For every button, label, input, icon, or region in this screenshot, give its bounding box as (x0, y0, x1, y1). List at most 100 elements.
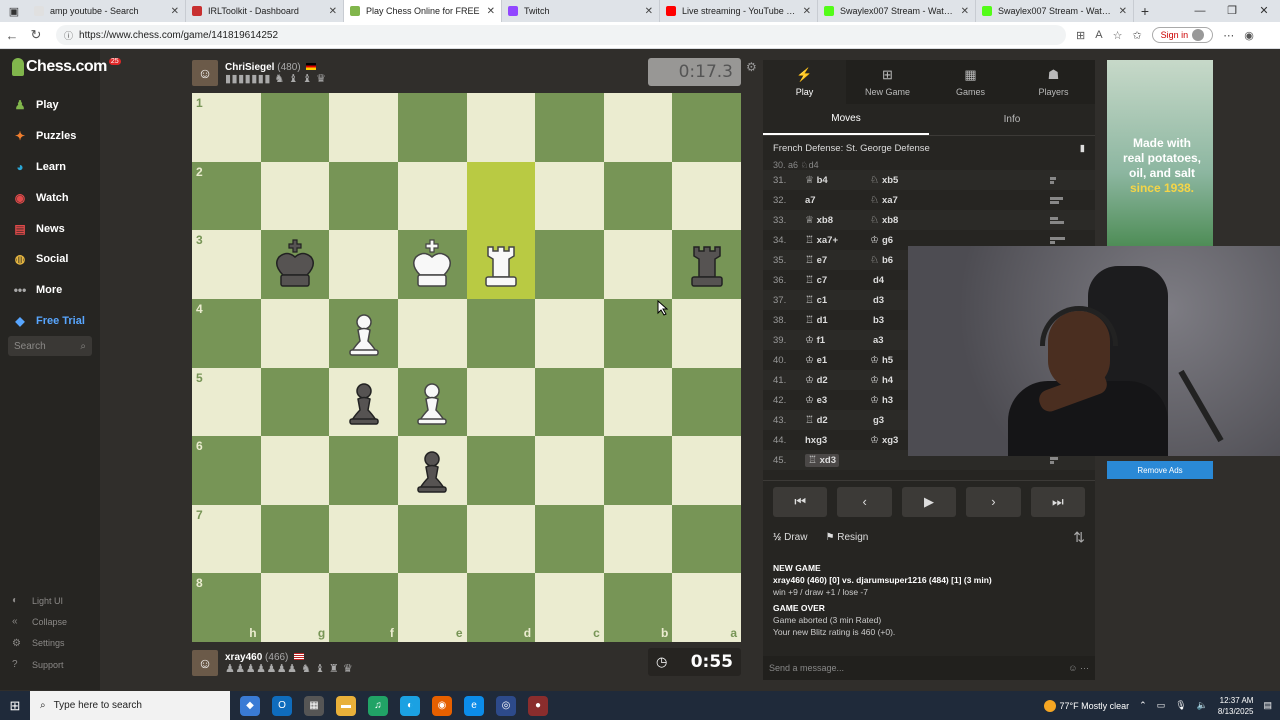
white-pawn-icon[interactable] (402, 372, 462, 432)
square-g4[interactable] (260, 298, 330, 368)
square-f2[interactable] (329, 161, 398, 231)
site-info-icon[interactable]: ⓘ (64, 29, 73, 42)
favorite-star-icon[interactable]: ☆ (1113, 29, 1123, 42)
chat-input[interactable]: Send a message... ☺ ⋯ (763, 656, 1095, 680)
square-e2[interactable] (397, 161, 467, 231)
square-f8[interactable]: f (329, 573, 398, 642)
windows-start-icon[interactable]: ⊞ (0, 698, 30, 714)
top-player-name[interactable]: ChriSiegel (480) (225, 62, 327, 73)
store-app-icon[interactable]: ▦ (304, 695, 324, 716)
flip-board-icon[interactable]: ⇅ (1073, 529, 1085, 546)
white-move[interactable]: ♖ d1 (805, 315, 870, 326)
first-move-button[interactable]: ⏮ (773, 486, 828, 517)
square-d3[interactable] (466, 230, 536, 299)
white-move[interactable]: a7 (805, 195, 870, 206)
square-d2[interactable] (466, 161, 536, 231)
square-c2[interactable] (535, 161, 604, 231)
panel-tab-games[interactable]: ▦ Games (929, 60, 1012, 104)
black-king-icon[interactable] (265, 235, 325, 295)
square-e7[interactable] (397, 504, 467, 574)
minimize-icon[interactable]: — (1184, 0, 1216, 22)
square-h2[interactable]: 2 (192, 161, 261, 231)
read-aloud-icon[interactable]: A (1095, 29, 1102, 41)
close-tab-icon[interactable]: ✕ (1119, 6, 1127, 17)
volume-icon[interactable]: 🔈 (1197, 700, 1208, 711)
white-move[interactable]: ♕ xb8 (805, 215, 870, 226)
sidebar-item-settings[interactable]: ⚙ Settings (0, 633, 100, 654)
next-move-button[interactable]: › (966, 486, 1021, 517)
top-player-avatar[interactable]: ☺ (192, 60, 218, 86)
square-g3[interactable] (260, 230, 330, 299)
square-f7[interactable] (329, 504, 398, 574)
browser-tab[interactable]: Swaylex007 Stream - Watch Live✕ (976, 0, 1134, 22)
tab-info[interactable]: Info (929, 104, 1095, 135)
white-pawn-icon[interactable] (334, 303, 394, 363)
black-move[interactable]: ♘ xb5 (870, 175, 1050, 186)
square-c6[interactable] (535, 436, 604, 505)
play-button[interactable]: ▶ (901, 486, 957, 517)
square-e6[interactable] (397, 436, 467, 505)
square-c7[interactable] (535, 504, 604, 574)
white-move[interactable]: ♔ d2 (805, 375, 870, 386)
sidebar-item-learn[interactable]: ◕ Learn (0, 152, 100, 183)
square-b8[interactable]: b (603, 573, 673, 642)
bottom-player-name[interactable]: xray460 (466) (225, 652, 353, 663)
recording-app-icon[interactable]: ● (528, 695, 548, 716)
square-d1[interactable] (466, 93, 536, 162)
remove-ads-button[interactable]: Remove Ads (1107, 461, 1213, 479)
square-h5[interactable]: 5 (192, 367, 261, 437)
sidebar-item-support[interactable]: ? Support (0, 654, 100, 675)
chess-board[interactable]: 12345678hgfedcba (192, 93, 741, 642)
chesscom-logo[interactable]: Chess.com 25 (12, 57, 121, 76)
square-a5[interactable] (672, 367, 741, 437)
sidebar-item-social[interactable]: ◍ Social (0, 244, 100, 275)
square-c3[interactable] (535, 230, 604, 299)
tray-chevron-icon[interactable]: ⌃ (1139, 700, 1147, 711)
favorites-icon[interactable]: ✩ (1132, 29, 1141, 42)
square-f3[interactable] (329, 230, 398, 299)
square-a3[interactable] (672, 230, 741, 299)
square-e8[interactable]: e (397, 573, 467, 642)
emoji-icon[interactable]: ☺ ⋯ (1068, 663, 1089, 674)
square-b5[interactable] (603, 367, 673, 437)
square-g1[interactable] (260, 93, 330, 162)
app-icon[interactable]: ◐ (400, 695, 420, 716)
white-move[interactable]: ♖ xa7+ (805, 235, 870, 246)
browser-tab[interactable]: Live streaming - YouTube Studio✕ (660, 0, 818, 22)
copilot-app-icon[interactable]: ◆ (240, 695, 260, 716)
square-h6[interactable]: 6 (192, 436, 261, 505)
white-move[interactable]: ♖ d2 (805, 415, 870, 426)
panel-tab-play[interactable]: ⚡ Play (763, 60, 846, 104)
white-move[interactable]: hxg3 (805, 435, 870, 446)
close-tab-icon[interactable]: ✕ (329, 6, 337, 17)
square-a2[interactable] (672, 161, 741, 231)
black-pawn-icon[interactable] (334, 372, 394, 432)
square-a8[interactable]: a (672, 573, 741, 642)
black-rook-icon[interactable] (677, 235, 737, 295)
square-f4[interactable] (329, 298, 398, 368)
square-d5[interactable] (466, 367, 536, 437)
board-settings-icon[interactable]: ⚙ (746, 60, 757, 74)
square-b1[interactable] (603, 93, 673, 162)
firefox-icon[interactable]: ◉ (432, 695, 452, 716)
sidebar-item-news[interactable]: ▤ News (0, 213, 100, 244)
opening-name[interactable]: French Defense: St. George Defense (773, 143, 930, 154)
app-available-icon[interactable]: ⊞ (1076, 29, 1085, 42)
sign-in-button[interactable]: Sign in (1151, 27, 1214, 43)
square-c5[interactable] (535, 367, 604, 437)
square-h1[interactable]: 1 (192, 93, 261, 162)
browser-tab[interactable]: Play Chess Online for FREE ✕ (344, 0, 502, 22)
obs-icon[interactable]: ◎ (496, 695, 516, 716)
white-move[interactable]: ♖ xd3 (805, 453, 870, 467)
draw-button[interactable]: ½ Draw (773, 532, 807, 543)
white-move[interactable]: ♖ c7 (805, 275, 870, 286)
maximize-icon[interactable]: ❐ (1216, 0, 1248, 22)
white-move[interactable]: ♔ e3 (805, 395, 870, 406)
sidebar-item-watch[interactable]: ◉ Watch (0, 182, 100, 213)
edge-icon[interactable]: e (464, 695, 484, 716)
square-a7[interactable] (672, 504, 741, 574)
square-e1[interactable] (397, 93, 467, 162)
advertisement[interactable]: Made with real potatoes, oil, and salt s… (1107, 60, 1213, 248)
square-c4[interactable] (535, 298, 604, 368)
black-move[interactable]: ♘ xa7 (870, 195, 1050, 206)
